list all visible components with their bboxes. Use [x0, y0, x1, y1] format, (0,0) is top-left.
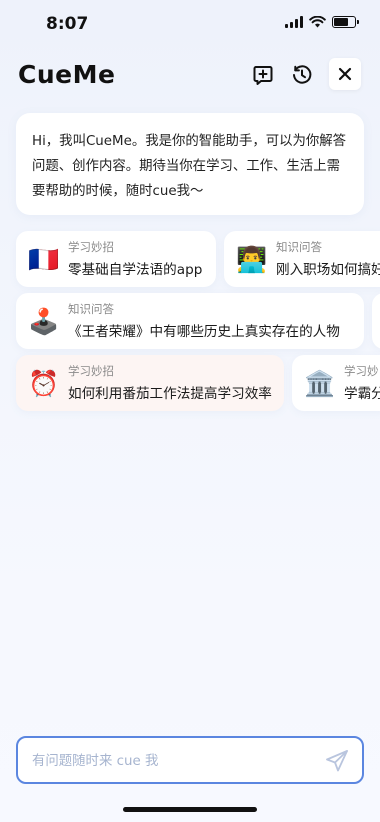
joystick-icon: 🕹️	[28, 307, 60, 336]
suggestion-chip[interactable]: 🇫🇷 学习妙招 零基础自学法语的app	[16, 231, 216, 287]
suggestion-title: 刚入职场如何搞好	[276, 262, 380, 278]
home-indicator	[123, 807, 257, 812]
send-button[interactable]	[324, 748, 350, 774]
chat-input[interactable]	[32, 750, 312, 772]
app-logo: CueMe	[18, 60, 116, 89]
alarm-clock-icon: ⏰	[28, 369, 60, 398]
chat-input-bar	[16, 736, 364, 784]
greeting-text: Hi，我叫CueMe。我是你的智能助手，可以为你解答问题、创作内容。期待当你在学…	[32, 134, 347, 199]
cellular-signal-icon	[285, 16, 303, 28]
suggestion-category: 学习妙招	[68, 240, 114, 254]
suggestion-category: 知识问答	[68, 302, 114, 316]
suggestion-chip[interactable]: 🕹️ 知识问答 《王者荣耀》中有哪些历史上真实存在的人物	[16, 293, 364, 349]
suggestion-category: 知识问答	[276, 240, 322, 254]
suggestion-title: 学霸分	[344, 386, 380, 402]
suggestion-category: 学习妙招	[68, 364, 114, 378]
battery-icon	[332, 16, 359, 28]
france-flag-icon: 🇫🇷	[28, 245, 60, 274]
close-button[interactable]	[329, 58, 361, 90]
suggestion-chip-partial[interactable]	[372, 293, 380, 349]
suggestion-title: 如何利用番茄工作法提高学习效率	[68, 386, 272, 402]
suggestion-title: 《王者荣耀》中有哪些历史上真实存在的人物	[68, 324, 340, 340]
suggestion-chip[interactable]: 👨‍💻 知识问答 刚入职场如何搞好	[224, 231, 380, 287]
plus-square-icon	[253, 66, 273, 85]
suggestion-chip[interactable]: 🏛️ 学习妙 学霸分	[292, 355, 380, 411]
status-time: 8:07	[46, 14, 89, 34]
technologist-icon: 👨‍💻	[236, 245, 268, 274]
history-clock-icon	[293, 65, 312, 84]
greeting-message: Hi，我叫CueMe。我是你的智能助手，可以为你解答问题、创作内容。期待当你在学…	[16, 113, 364, 215]
history-button[interactable]	[287, 60, 317, 90]
suggestion-title: 零基础自学法语的app	[68, 262, 203, 278]
status-icons	[285, 16, 359, 28]
wifi-icon	[309, 16, 326, 28]
suggestion-chip[interactable]: ⏰ 学习妙招 如何利用番茄工作法提高学习效率	[16, 355, 284, 411]
status-bar: 8:07	[0, 0, 380, 50]
send-icon	[326, 750, 348, 772]
suggestion-category: 学习妙	[344, 364, 379, 378]
classical-building-icon: 🏛️	[304, 369, 336, 398]
app-header: CueMe	[0, 58, 380, 94]
new-chat-button[interactable]	[248, 60, 278, 90]
close-icon	[338, 67, 352, 81]
